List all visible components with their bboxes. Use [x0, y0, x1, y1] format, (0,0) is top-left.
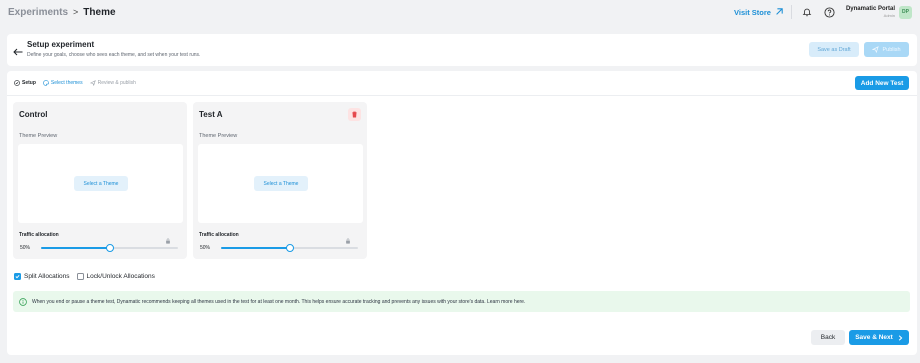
top-right-actions: Visit Store Dynamatic Portal Admin DP: [734, 5, 912, 19]
divider: [7, 95, 917, 96]
send-icon: [89, 80, 96, 86]
breadcrumb-experiments[interactable]: Experiments: [8, 7, 68, 18]
slider-thumb[interactable]: [286, 244, 294, 252]
bell-icon[interactable]: [800, 5, 814, 19]
trash-icon: [352, 111, 357, 118]
split-allocations-checkbox[interactable]: Split Allocations: [14, 273, 70, 280]
step-select-themes[interactable]: Select themes: [43, 80, 83, 86]
delete-test-button[interactable]: [348, 108, 361, 121]
test-name: Test A: [199, 110, 223, 119]
back-button[interactable]: Back: [811, 330, 845, 345]
breadcrumb-separator: >: [73, 7, 79, 17]
step-label: Setup: [22, 80, 36, 86]
info-notice: When you end or pause a theme test, Dyna…: [13, 291, 910, 312]
allocation-options: Split Allocations Lock/Unlock Allocation…: [14, 273, 162, 280]
setup-subtitle: Define your goals, choose who sees each …: [27, 52, 201, 58]
select-theme-button[interactable]: Select a Theme: [74, 176, 128, 191]
traffic-allocation-label: Traffic allocation: [19, 232, 59, 238]
help-icon[interactable]: [823, 5, 837, 19]
add-new-test-button[interactable]: Add New Test: [855, 76, 909, 90]
stepper: Setup Select themes Review & publish: [14, 79, 143, 87]
step-label: Select themes: [50, 80, 83, 86]
checkbox-label: Split Allocations: [24, 273, 70, 280]
save-next-label: Save & Next: [855, 334, 893, 341]
save-next-button[interactable]: Save & Next: [849, 330, 909, 345]
step-setup[interactable]: Setup: [14, 80, 36, 86]
page-title: Theme: [83, 6, 116, 18]
slider-fill: [41, 247, 110, 249]
save-draft-button[interactable]: Save as Draft: [809, 42, 859, 57]
publish-button[interactable]: Publish: [864, 42, 909, 57]
lock-allocations-checkbox[interactable]: Lock/Unlock Allocations: [76, 273, 155, 280]
traffic-slider[interactable]: [41, 244, 178, 252]
test-card-control: Control Theme Preview Select a Theme Tra…: [13, 102, 187, 259]
experiment-editor: Setup Select themes Review & publish Add…: [7, 71, 917, 355]
traffic-percent: 50%: [200, 245, 211, 251]
slider-fill: [221, 247, 290, 249]
palette-icon: [43, 80, 49, 86]
check-circle-icon: [14, 80, 20, 86]
theme-preview: Select a Theme: [18, 144, 183, 223]
theme-preview-label: Theme Preview: [19, 133, 58, 139]
checkbox-unchecked-icon: [76, 273, 84, 280]
visit-store-label: Visit Store: [734, 7, 771, 17]
user-role: Admin: [883, 13, 895, 18]
publish-label: Publish: [882, 46, 901, 53]
theme-preview-label: Theme Preview: [199, 133, 238, 139]
traffic-percent: 50%: [20, 245, 31, 251]
visit-store-link[interactable]: Visit Store: [734, 8, 783, 17]
checkbox-label: Lock/Unlock Allocations: [86, 273, 155, 280]
traffic-allocation-label: Traffic allocation: [199, 232, 239, 238]
setup-title: Setup experiment: [27, 40, 95, 49]
select-theme-button[interactable]: Select a Theme: [254, 176, 308, 191]
back-arrow-icon[interactable]: [13, 43, 23, 61]
send-icon: [872, 46, 880, 53]
divider: [790, 5, 792, 19]
step-label: Review & publish: [97, 80, 136, 86]
slider-thumb[interactable]: [106, 244, 114, 252]
step-review-publish[interactable]: Review & publish: [89, 80, 136, 86]
test-card-test-a: Test A Theme Preview Select a Theme Traf…: [193, 102, 367, 259]
setup-header: Setup experiment Define your goals, choo…: [7, 34, 917, 66]
traffic-slider[interactable]: [221, 244, 358, 252]
notice-text: When you end or pause a theme test, Dyna…: [32, 298, 526, 305]
chevron-right-icon: [898, 334, 903, 341]
theme-preview: Select a Theme: [198, 144, 363, 223]
external-link-icon: [776, 8, 783, 15]
info-icon: [19, 297, 27, 306]
checkbox-checked-icon: [14, 273, 21, 280]
top-bar: Experiments > Theme Visit Store Dynamati…: [0, 0, 920, 24]
user-name: Dynamatic Portal: [845, 6, 895, 12]
avatar: DP: [899, 5, 912, 19]
test-name: Control: [19, 110, 48, 119]
user-menu[interactable]: Dynamatic Portal Admin DP: [845, 5, 912, 19]
